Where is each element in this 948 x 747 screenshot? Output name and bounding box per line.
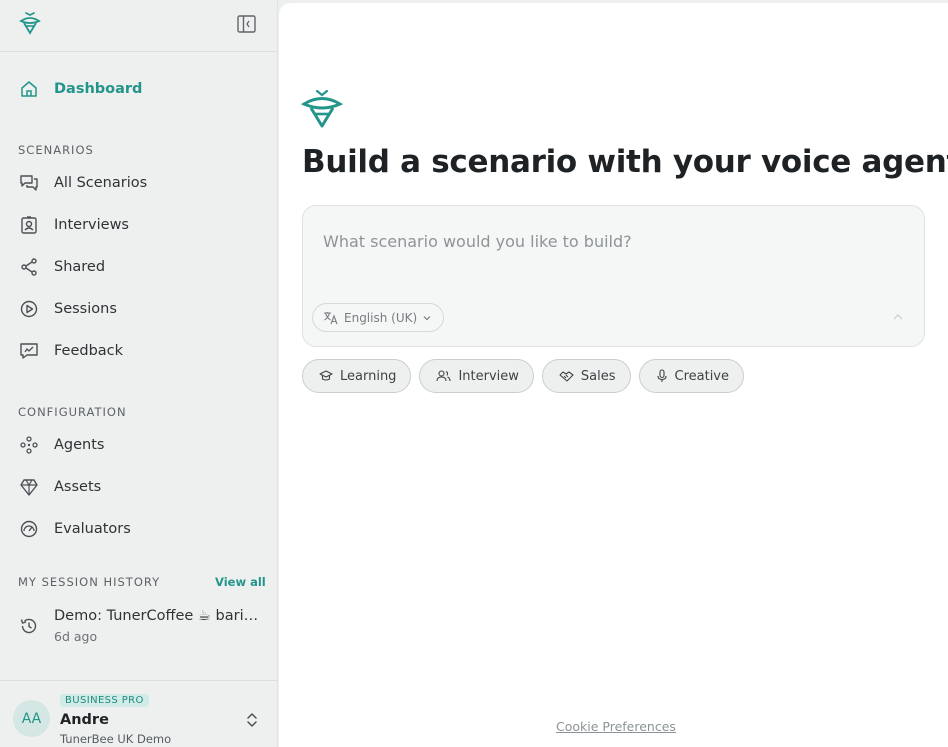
history-item-title: Demo: TunerCoffee ☕ barista training [54, 608, 260, 624]
page-title: Build a scenario with your voice agents [302, 144, 948, 180]
scenario-prompt-input[interactable] [323, 226, 903, 256]
chip-label: Sales [580, 368, 616, 384]
bee-logo-icon [301, 90, 343, 128]
chip-interview[interactable]: Interview [419, 359, 534, 393]
feedback-icon [20, 343, 38, 359]
chip-label: Creative [674, 368, 730, 384]
graduation-cap-icon [319, 370, 333, 381]
id-badge-icon [21, 216, 37, 234]
collapse-sidebar-icon[interactable] [236, 14, 257, 34]
sidebar-item-evaluators[interactable]: Evaluators [0, 509, 278, 549]
chip-label: Interview [458, 368, 519, 384]
sidebar-item-label: Sessions [54, 301, 117, 317]
cookie-preferences-link[interactable]: Cookie Preferences [556, 719, 676, 734]
agents-icon [20, 436, 38, 454]
user-menu[interactable]: AA BUSINESS PRO Andre TunerBee UK Demo [0, 680, 278, 747]
gauge-icon [20, 520, 38, 538]
chat-bubbles-icon [20, 175, 38, 191]
sidebar-item-label: Feedback [54, 343, 124, 359]
microphone-icon [656, 369, 667, 382]
user-name: Andre [60, 712, 109, 728]
sidebar-item-label: Evaluators [54, 521, 131, 537]
scenario-type-chips: Learning Interview Sales Creative [302, 359, 745, 393]
handshake-icon [559, 371, 574, 382]
gem-icon [20, 479, 38, 496]
avatar: AA [13, 700, 50, 737]
main-panel: Build a scenario with your voice agents … [279, 3, 948, 747]
sidebar-header [0, 0, 277, 52]
sidebar-item-dashboard[interactable]: Dashboard [0, 69, 278, 109]
sidebar-item-shared[interactable]: Shared [0, 247, 278, 287]
chip-label: Learning [340, 368, 397, 384]
share-icon [21, 258, 37, 276]
sidebar-item-sessions[interactable]: Sessions [0, 289, 278, 329]
bee-logo-icon[interactable] [18, 12, 42, 36]
section-heading-configuration: CONFIGURATION [18, 405, 127, 419]
chip-creative[interactable]: Creative [638, 359, 745, 393]
chip-sales[interactable]: Sales [541, 359, 631, 393]
sidebar-item-label: Shared [54, 259, 106, 275]
send-icon[interactable] [892, 312, 904, 322]
sidebar-item-label: Assets [54, 479, 102, 495]
sidebar-item-assets[interactable]: Assets [0, 467, 278, 507]
sidebar-item-label: Agents [54, 437, 105, 453]
history-item[interactable]: Demo: TunerCoffee ☕ barista training 6d … [0, 603, 278, 649]
language-select[interactable]: English (UK) [312, 303, 445, 332]
home-icon [21, 81, 37, 97]
sidebar-item-label: All Scenarios [54, 175, 148, 191]
translate-icon [324, 311, 338, 324]
view-all-link[interactable]: View all [215, 575, 266, 589]
sidebar-item-label: Dashboard [54, 81, 143, 97]
chip-learning[interactable]: Learning [302, 359, 412, 393]
chevron-up-down-icon[interactable] [245, 712, 259, 728]
user-org: TunerBee UK Demo [60, 732, 172, 746]
plan-badge: BUSINESS PRO [60, 694, 149, 707]
sidebar-item-agents[interactable]: Agents [0, 425, 278, 465]
prompt-box: English (UK) [302, 205, 925, 347]
sidebar: Dashboard SCENARIOS All Scenarios Interv… [0, 0, 278, 747]
users-icon [436, 370, 451, 382]
sidebar-item-label: Interviews [54, 217, 129, 233]
section-heading-scenarios: SCENARIOS [18, 143, 94, 157]
sidebar-item-interviews[interactable]: Interviews [0, 205, 278, 245]
sidebar-item-feedback[interactable]: Feedback [0, 331, 278, 371]
sidebar-item-all-scenarios[interactable]: All Scenarios [0, 163, 278, 203]
language-label: English (UK) [344, 310, 418, 325]
history-icon [20, 618, 37, 634]
play-circle-icon [20, 300, 38, 318]
history-item-time: 6d ago [54, 629, 98, 644]
chevron-down-icon [423, 315, 431, 320]
section-heading-session-history: MY SESSION HISTORY [18, 575, 161, 589]
